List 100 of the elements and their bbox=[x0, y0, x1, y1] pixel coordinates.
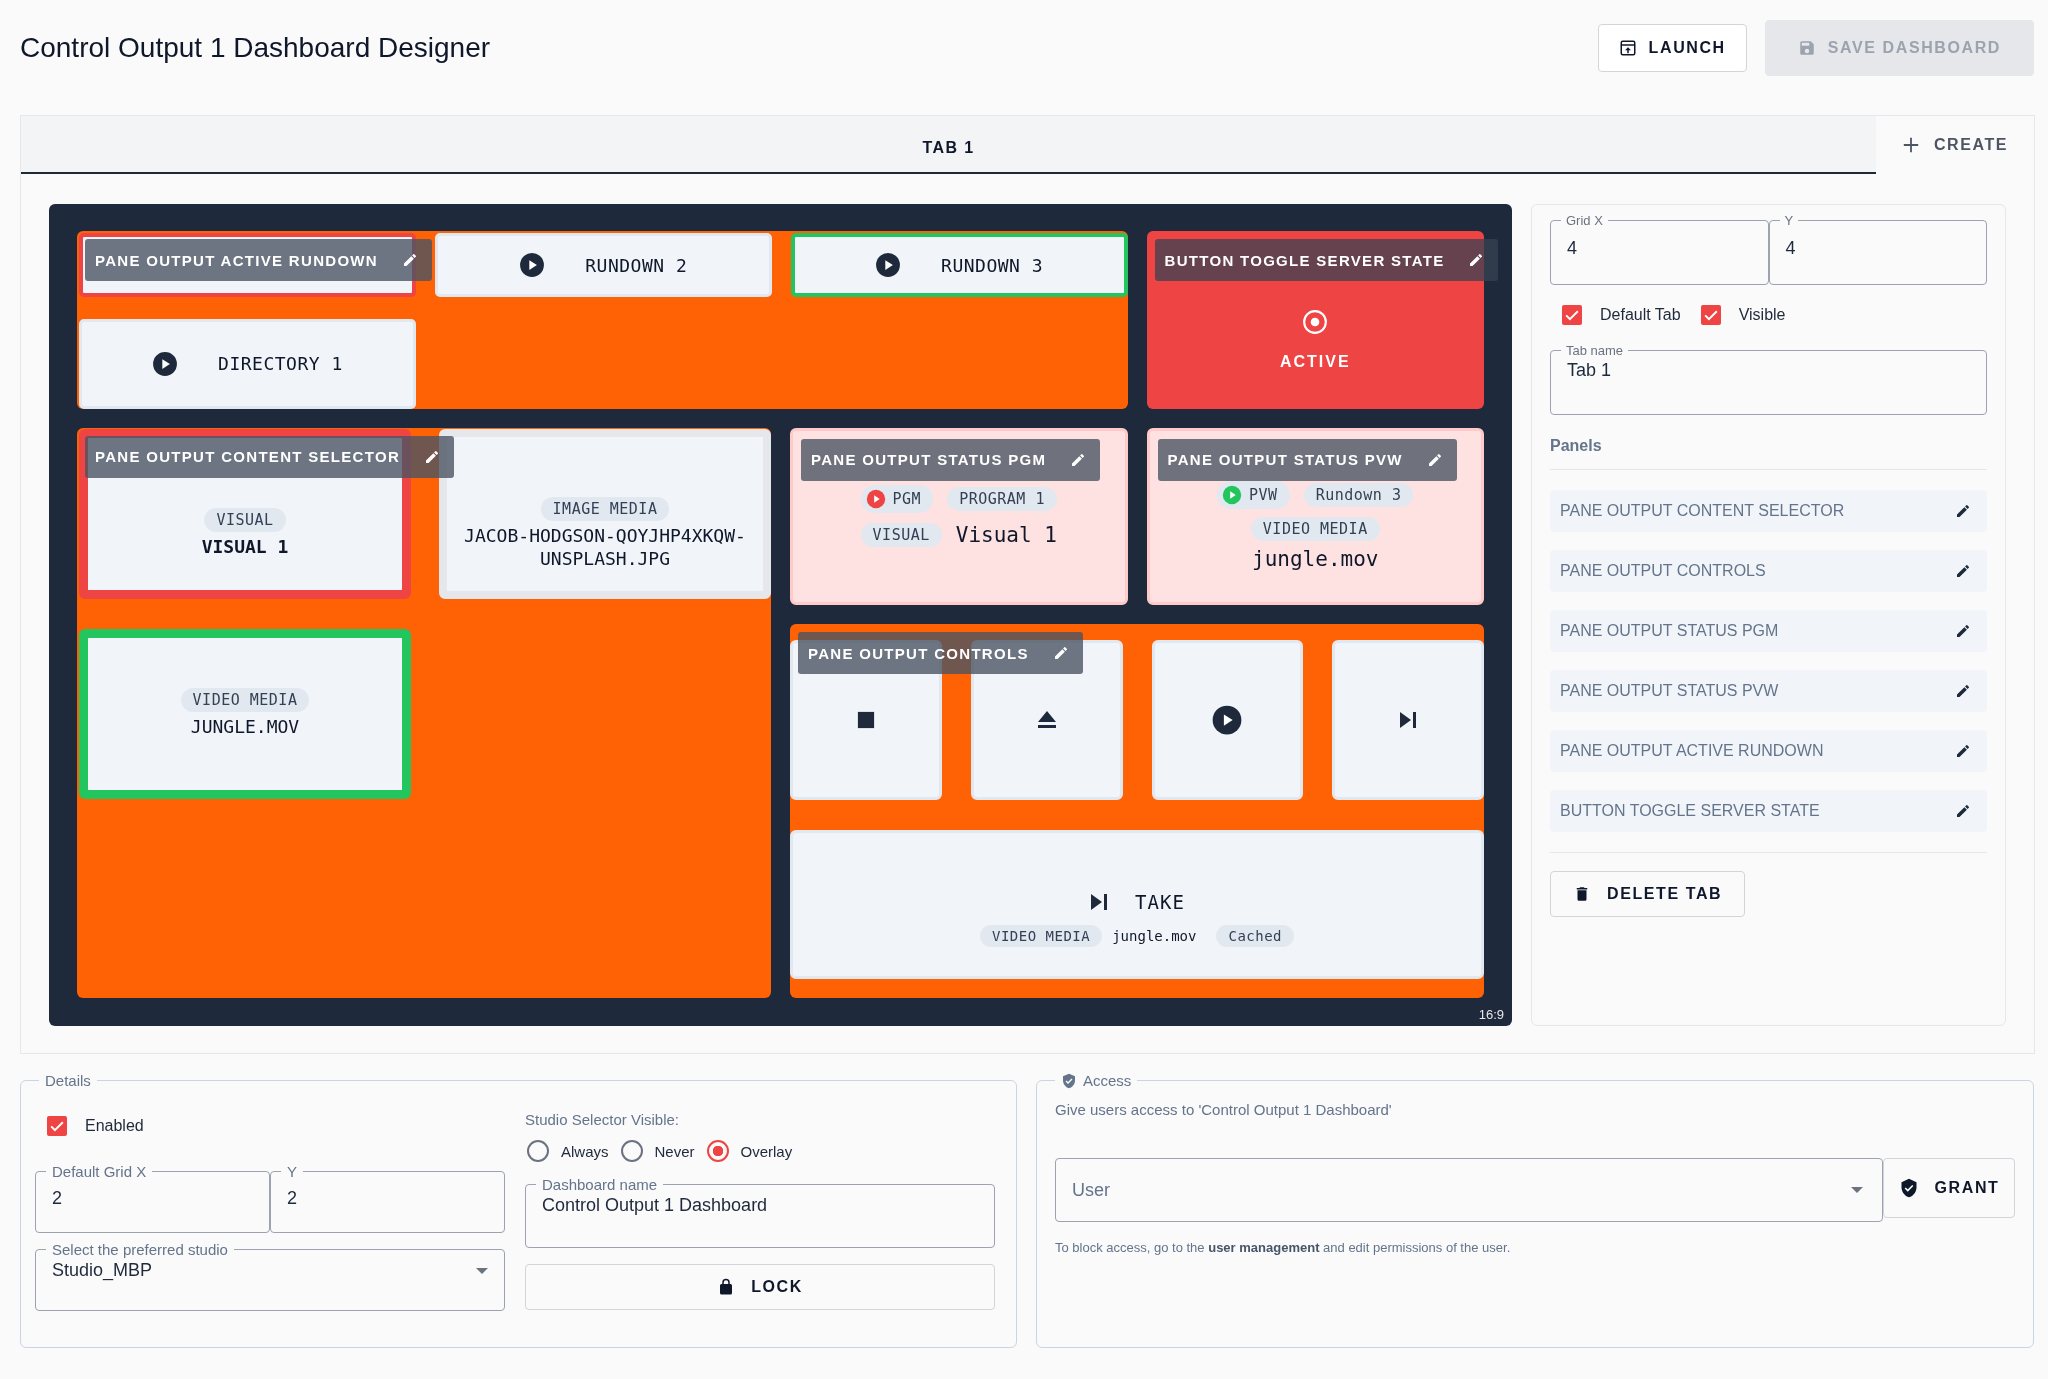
pane-title: PANE OUTPUT CONTENT SELECTOR bbox=[95, 448, 401, 465]
eject-icon bbox=[1035, 710, 1058, 730]
panel-list-item[interactable]: PANE OUTPUT STATUS PGM bbox=[1550, 610, 1987, 652]
checkbox[interactable] bbox=[1700, 305, 1721, 325]
user-select[interactable]: User bbox=[1055, 1158, 1883, 1222]
edit-icon[interactable] bbox=[401, 252, 418, 268]
dashboard-name-field[interactable]: Dashboard name Control Output 1 Dashboard bbox=[525, 1176, 995, 1248]
field-label: Y bbox=[1783, 213, 1795, 228]
pane-title: PANE OUTPUT STATUS PGM bbox=[811, 451, 1047, 468]
panel-name: PANE OUTPUT STATUS PVW bbox=[1560, 682, 1779, 700]
launch-button[interactable]: LAUNCH bbox=[1597, 23, 1747, 72]
radio-label: Always bbox=[561, 1142, 609, 1160]
tag: PROGRAM 1 bbox=[947, 486, 1057, 511]
pane-title: BUTTON TOGGLE SERVER STATE bbox=[1164, 251, 1445, 269]
play-icon bbox=[152, 350, 179, 377]
grid-x-field[interactable]: Default Grid X 2 bbox=[35, 1163, 270, 1233]
panel-name: PANE OUTPUT CONTROLS bbox=[1560, 562, 1766, 580]
edit-icon[interactable] bbox=[1955, 563, 1971, 579]
edit-icon[interactable] bbox=[1955, 623, 1971, 639]
content-name: VISUAL 1 bbox=[201, 536, 289, 559]
tag: VIDEO MEDIA bbox=[180, 688, 310, 713]
tag: VISUAL bbox=[204, 508, 286, 533]
take-button[interactable]: TAKE VIDEO MEDIA jungle.mov Cached bbox=[790, 830, 1484, 979]
panel-name: PANE OUTPUT CONTENT SELECTOR bbox=[1560, 502, 1845, 520]
play-icon bbox=[875, 252, 902, 278]
checkbox[interactable] bbox=[47, 1116, 67, 1136]
section-title: Access bbox=[1083, 1072, 1132, 1089]
field-label: Y bbox=[286, 1163, 298, 1180]
grid-y-field[interactable]: Y 4 bbox=[1768, 213, 1987, 285]
field-label: Select the preferred studio bbox=[51, 1241, 229, 1258]
panel-list-item[interactable]: PANE OUTPUT CONTROLS bbox=[1550, 550, 1987, 592]
checkbox-label: Visible bbox=[1738, 306, 1786, 324]
rundown-button[interactable]: DIRECTORY 1 bbox=[79, 319, 416, 409]
radio-button[interactable] bbox=[527, 1140, 549, 1162]
launch-icon bbox=[1618, 38, 1637, 57]
delete-tab-button[interactable]: DELETE TAB bbox=[1550, 871, 1746, 917]
panel-name: PANE OUTPUT ACTIVE RUNDOWN bbox=[1560, 742, 1824, 760]
edit-icon[interactable] bbox=[1955, 683, 1971, 699]
tag: Rundown 3 bbox=[1303, 482, 1414, 507]
create-button[interactable]: CREATE bbox=[1876, 116, 2034, 174]
panel-list-item[interactable]: PANE OUTPUT ACTIVE RUNDOWN bbox=[1550, 730, 1987, 772]
skip-next-icon bbox=[1089, 892, 1110, 912]
content-name: JACOB-HODGSON-QOYJHP4XKQW-UNSPLASH.JPG bbox=[463, 525, 747, 570]
stop-icon bbox=[856, 711, 875, 729]
caret-icon bbox=[1851, 1187, 1863, 1193]
indicator-label: PVW bbox=[1249, 485, 1278, 504]
content-button[interactable]: IMAGE MEDIA JACOB-HODGSON-QOYJHP4XKQW-UNSPLASH.JPG bbox=[439, 428, 771, 599]
checkbox[interactable] bbox=[1562, 305, 1582, 325]
panels-heading: Panels bbox=[1550, 437, 1987, 470]
skip-next-icon bbox=[1398, 710, 1419, 730]
studio-select[interactable]: Select the preferred studio Studio_MBP bbox=[35, 1241, 505, 1311]
grant-button[interactable]: GRANT bbox=[1883, 1158, 2015, 1218]
pane-title: PANE OUTPUT STATUS PVW bbox=[1167, 451, 1403, 468]
media-name: jungle.mov bbox=[1252, 546, 1379, 571]
radio-button[interactable] bbox=[706, 1140, 729, 1162]
grid-x-field[interactable]: Grid X 4 bbox=[1550, 213, 1769, 285]
field-label: Grid X bbox=[1565, 213, 1604, 228]
target-icon bbox=[1302, 308, 1329, 335]
floppy-icon bbox=[1797, 38, 1816, 57]
radio-label: Never bbox=[654, 1142, 695, 1160]
aspect-ratio: 16:9 bbox=[1478, 1007, 1504, 1022]
play-button[interactable] bbox=[1151, 640, 1304, 800]
edit-icon[interactable] bbox=[1468, 252, 1485, 268]
checkbox-label: Default Tab bbox=[1600, 306, 1681, 324]
field-label: Dashboard name bbox=[541, 1176, 659, 1193]
tab-name-field[interactable]: Tab name Tab 1 bbox=[1550, 343, 1987, 415]
tag: Cached bbox=[1216, 925, 1295, 947]
take-label: TAKE bbox=[1135, 891, 1185, 913]
edit-icon[interactable] bbox=[1955, 743, 1971, 759]
toggle-state: ACTIVE bbox=[1279, 352, 1351, 371]
panel-name: PANE OUTPUT STATUS PGM bbox=[1560, 622, 1779, 640]
content-button[interactable]: VIDEO MEDIA JUNGLE.MOV bbox=[79, 628, 411, 799]
page-title: Control Output 1 Dashboard Designer bbox=[20, 31, 491, 64]
radio-label: Overlay bbox=[740, 1142, 793, 1160]
shield-icon bbox=[1061, 1072, 1077, 1089]
access-note: To block access, go to the user management and edit permissions of the user. bbox=[1055, 1240, 1512, 1255]
field-label: Tab name bbox=[1565, 343, 1625, 358]
rundown-button[interactable]: RUNDOWN 2 bbox=[434, 233, 772, 297]
media-name: jungle.mov bbox=[1112, 928, 1197, 944]
panel-list-item[interactable]: BUTTON TOGGLE SERVER STATE bbox=[1550, 790, 1987, 832]
edit-icon[interactable] bbox=[1955, 503, 1971, 519]
tag: VIDEO MEDIA bbox=[979, 925, 1103, 947]
pane-title: PANE OUTPUT CONTROLS bbox=[808, 644, 1029, 662]
panel-name: BUTTON TOGGLE SERVER STATE bbox=[1560, 802, 1820, 820]
tag: IMAGE MEDIA bbox=[540, 497, 670, 521]
edit-icon[interactable] bbox=[1955, 803, 1971, 819]
radio-button[interactable] bbox=[620, 1140, 643, 1162]
tag: VIDEO MEDIA bbox=[1250, 516, 1380, 541]
indicator-label: PGM bbox=[892, 489, 922, 508]
panel-list-item[interactable]: PANE OUTPUT STATUS PVW bbox=[1550, 670, 1987, 712]
rundown-button[interactable]: RUNDOWN 3 bbox=[790, 233, 1128, 297]
play-icon bbox=[519, 252, 546, 278]
edit-icon[interactable] bbox=[424, 448, 441, 465]
radio-group-label: Studio Selector Visible: bbox=[525, 1111, 680, 1128]
caret-icon bbox=[476, 1267, 488, 1274]
play-icon bbox=[1212, 705, 1243, 735]
plus-icon bbox=[1901, 136, 1920, 154]
content-name: JUNGLE.MOV bbox=[190, 716, 300, 739]
panel-list-item[interactable]: PANE OUTPUT CONTENT SELECTOR bbox=[1550, 490, 1987, 532]
lock-button[interactable]: LOCK bbox=[525, 1264, 995, 1310]
